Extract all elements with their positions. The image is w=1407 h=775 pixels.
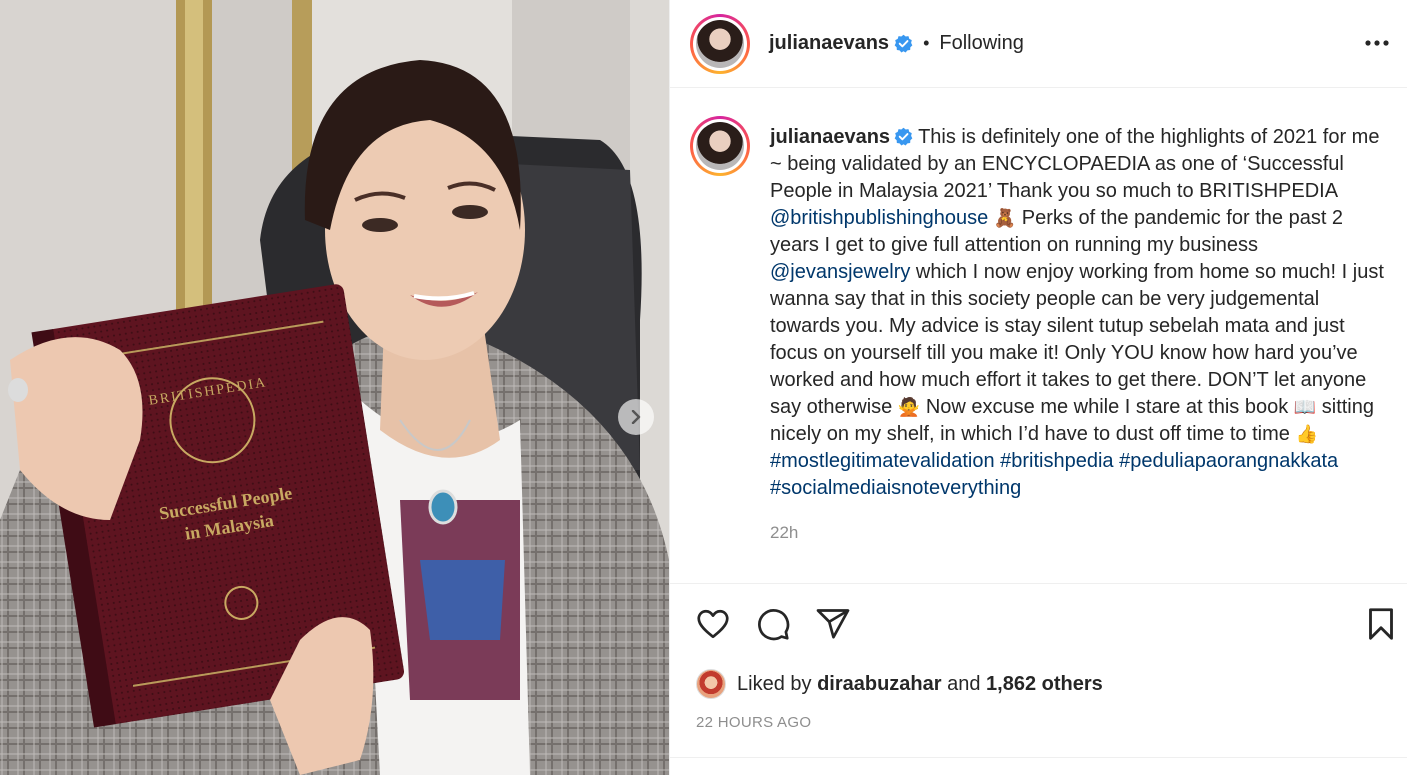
- gesture-emoji: 🙅: [897, 397, 921, 418]
- verified-badge-icon: [894, 34, 913, 53]
- likes-and-label: and: [947, 672, 981, 695]
- post-timestamp[interactable]: 22 HOURS AGO: [696, 714, 811, 731]
- liker-username[interactable]: diraabuzahar: [817, 673, 941, 696]
- mention-link[interactable]: @jevansjewelry: [770, 261, 910, 283]
- liked-by-label: Liked by: [737, 672, 812, 695]
- following-button[interactable]: Following: [939, 32, 1023, 55]
- chevron-right-icon: [631, 410, 641, 424]
- post-photo: BRITISHPEDIA Successful People in Malays…: [0, 0, 669, 775]
- caption-text: Now excuse me while I stare at this book: [920, 396, 1294, 418]
- separator-dot: •: [923, 33, 930, 53]
- action-bar: [670, 585, 1407, 665]
- verified-badge-icon: [894, 127, 913, 146]
- hashtag-link[interactable]: #mostlegitimatevalidation: [770, 450, 995, 472]
- comment-icon: [758, 609, 790, 641]
- hashtag-link[interactable]: #britishpedia: [1000, 450, 1113, 472]
- next-image-button[interactable]: [618, 399, 654, 435]
- liker-avatar[interactable]: [696, 669, 726, 699]
- comment-button[interactable]: [754, 605, 792, 643]
- caption-username[interactable]: julianaevans: [770, 126, 890, 148]
- teddy-bear-emoji: 🧸: [993, 208, 1017, 229]
- thumbs-up-emoji: 👍: [1295, 424, 1318, 445]
- author-username[interactable]: julianaevans: [769, 32, 889, 55]
- likes-summary: Liked by diraabuzahar and 1,862 others: [696, 668, 1103, 700]
- hashtag-link[interactable]: #socialmediaisnoteverything: [770, 477, 1021, 499]
- post-panel: julianaevans • Following julianaevans Thi…: [669, 0, 1407, 775]
- more-horizontal-icon: [1365, 40, 1389, 46]
- heart-icon: [697, 609, 729, 639]
- post-caption: julianaevans This is definitely one of th…: [770, 124, 1392, 502]
- caption-text: which I now enjoy working from home so m…: [770, 261, 1384, 418]
- share-button[interactable]: [814, 605, 852, 643]
- send-icon: [816, 609, 850, 639]
- save-button[interactable]: [1362, 605, 1400, 643]
- caption-time[interactable]: 22h: [770, 523, 798, 543]
- bookmark-icon: [1369, 608, 1393, 640]
- open-book-emoji: 📖: [1293, 397, 1317, 418]
- divider: [670, 757, 1407, 758]
- comments-section: julianaevans This is definitely one of th…: [670, 88, 1407, 584]
- caption-author-avatar[interactable]: [690, 116, 750, 176]
- hashtag-link[interactable]: #peduliapaorangnakkata: [1119, 450, 1338, 472]
- author-avatar[interactable]: [690, 13, 750, 74]
- mention-link[interactable]: @britishpublishinghouse: [770, 207, 988, 229]
- likes-others-link[interactable]: 1,862 others: [986, 673, 1103, 696]
- post-media[interactable]: BRITISHPEDIA Successful People in Malays…: [0, 0, 669, 775]
- post-header: julianaevans • Following: [670, 0, 1407, 88]
- like-button[interactable]: [694, 605, 732, 643]
- more-options-button[interactable]: [1362, 28, 1392, 58]
